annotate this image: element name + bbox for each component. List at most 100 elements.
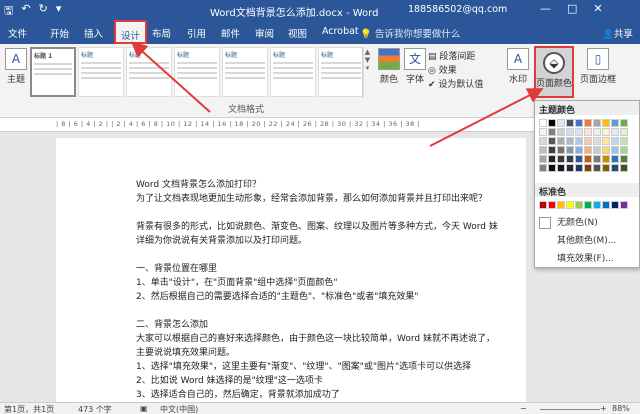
theme-color-swatch[interactable] <box>620 119 628 127</box>
theme-color-swatch[interactable] <box>557 119 565 127</box>
more-colors-option[interactable]: 其他颜色(M)... <box>535 233 639 249</box>
theme-color-swatch[interactable] <box>602 119 610 127</box>
theme-color-swatch[interactable] <box>548 146 556 154</box>
document-line[interactable]: 一、背景位置在哪里 <box>136 262 526 276</box>
theme-color-swatch[interactable] <box>575 146 583 154</box>
theme-color-swatch[interactable] <box>611 119 619 127</box>
document-line[interactable]: 为了让文档表现地更加生动形象，经常会添加背景，那么如何添加背景并且打印出来呢？ <box>136 192 526 206</box>
theme-color-swatch[interactable] <box>611 164 619 172</box>
theme-color-swatch[interactable] <box>575 119 583 127</box>
theme-color-swatch[interactable] <box>557 128 565 136</box>
fonts-button[interactable]: 文 字体 <box>404 48 426 85</box>
effects-button[interactable]: ◎ 效果 <box>428 64 483 78</box>
theme-color-swatch[interactable] <box>539 155 547 163</box>
themes-button[interactable]: A 主题 <box>2 48 30 85</box>
theme-color-swatch[interactable] <box>620 137 628 145</box>
tab-layout[interactable]: 布局 <box>152 26 171 40</box>
theme-color-swatch[interactable] <box>557 137 565 145</box>
undo-icon[interactable]: ↶ <box>21 2 30 21</box>
document-line[interactable]: 二、背景怎么添加 <box>136 318 526 332</box>
style-set-item[interactable]: 标题 <box>78 47 124 97</box>
theme-color-swatch[interactable] <box>620 155 628 163</box>
theme-color-swatch[interactable] <box>611 155 619 163</box>
theme-color-swatch[interactable] <box>548 155 556 163</box>
tab-view[interactable]: 视图 <box>288 26 307 40</box>
document-line[interactable]: 1、选择"填充效果"，这里主要有"渐变"、"纹理"、"图案"或"图片"选项卡可以… <box>136 360 526 374</box>
theme-color-swatch[interactable] <box>611 128 619 136</box>
theme-color-swatch[interactable] <box>539 128 547 136</box>
tell-me-search[interactable]: 💡 告诉我你想要做什么 <box>360 26 460 40</box>
theme-color-swatch[interactable] <box>557 146 565 154</box>
theme-color-swatch[interactable] <box>620 128 628 136</box>
watermark-button[interactable]: A 水印 <box>506 48 530 85</box>
page-color-button[interactable]: ⬙ 页面颜色 <box>534 46 574 98</box>
theme-color-swatch[interactable] <box>566 137 574 145</box>
document-page[interactable]: Word 文档背景怎么添加打印？ 为了让文档表现地更加生动形象，经常会添加背景，那… <box>56 138 526 408</box>
theme-color-swatch[interactable] <box>611 137 619 145</box>
theme-color-swatch[interactable] <box>593 146 601 154</box>
theme-color-swatch[interactable] <box>575 164 583 172</box>
tab-design[interactable]: 设计 <box>114 20 148 44</box>
customize-qat-icon[interactable]: ▾ <box>56 2 62 21</box>
theme-color-swatch[interactable] <box>539 119 547 127</box>
theme-color-swatch[interactable] <box>539 164 547 172</box>
theme-color-swatch[interactable] <box>584 146 592 154</box>
blank-line[interactable] <box>136 206 526 220</box>
document-line[interactable]: 1、单击"设计"，在"页面背景"组中选择"页面颜色" <box>136 276 526 290</box>
style-set-item[interactable]: 标题 <box>270 47 316 97</box>
standard-color-swatch[interactable] <box>593 201 601 209</box>
document-line[interactable]: 主要说说填充效果问题。 <box>136 346 526 360</box>
save-icon[interactable]: 🖫 <box>4 2 13 21</box>
language-indicator[interactable]: 中文(中国) <box>160 404 198 414</box>
theme-color-swatch[interactable] <box>593 119 601 127</box>
theme-color-swatch[interactable] <box>566 155 574 163</box>
theme-color-swatch[interactable] <box>584 119 592 127</box>
style-set-item[interactable]: 标题 <box>174 47 220 97</box>
theme-color-swatch[interactable] <box>566 119 574 127</box>
no-color-option[interactable]: 无颜色(N) <box>535 215 639 231</box>
theme-color-swatch[interactable] <box>593 137 601 145</box>
redo-icon[interactable]: ↻ <box>39 2 48 21</box>
document-line[interactable]: Word 文档背景怎么添加打印？ <box>136 178 526 192</box>
tab-home[interactable]: 开始 <box>50 26 69 40</box>
style-set-item[interactable]: 标题 <box>318 47 364 97</box>
zoom-in-icon[interactable]: + <box>600 404 607 413</box>
theme-color-swatch[interactable] <box>548 137 556 145</box>
tab-acrobat[interactable]: Acrobat <box>322 26 359 37</box>
theme-color-swatch[interactable] <box>584 137 592 145</box>
fill-effects-option[interactable]: 填充效果(F)... <box>535 251 639 267</box>
theme-color-swatch[interactable] <box>602 164 610 172</box>
colors-button[interactable]: 颜色 <box>378 48 400 85</box>
theme-color-swatch[interactable] <box>593 155 601 163</box>
document-line[interactable]: 详细为你说说有关背景添加以及打印问题。 <box>136 234 526 248</box>
theme-color-swatch[interactable] <box>584 155 592 163</box>
theme-color-swatch[interactable] <box>566 146 574 154</box>
theme-color-swatch[interactable] <box>557 164 565 172</box>
close-icon[interactable]: ✕ <box>593 2 602 15</box>
document-line[interactable]: 大家可以根据自己的喜好来选择颜色，由于颜色这一块比较简单，Word 妹就不再述说… <box>136 332 526 346</box>
standard-color-swatch[interactable] <box>548 201 556 209</box>
standard-color-swatch[interactable] <box>611 201 619 209</box>
paragraph-spacing-button[interactable]: ▤ 段落间距 <box>428 50 483 64</box>
theme-color-swatch[interactable] <box>575 128 583 136</box>
theme-color-swatch[interactable] <box>620 164 628 172</box>
theme-color-swatch[interactable] <box>548 119 556 127</box>
theme-color-swatch[interactable] <box>557 155 565 163</box>
theme-color-swatch[interactable] <box>584 128 592 136</box>
gallery-scroll[interactable]: ▲ ▼ ▾ <box>362 48 372 98</box>
tab-insert[interactable]: 插入 <box>84 26 103 40</box>
page-borders-button[interactable]: ▯ 页面边框 <box>578 48 618 85</box>
maximize-icon[interactable]: □ <box>567 2 577 15</box>
standard-color-swatch[interactable] <box>566 201 574 209</box>
theme-color-swatch[interactable] <box>566 128 574 136</box>
theme-color-swatch[interactable] <box>611 146 619 154</box>
theme-color-swatch[interactable] <box>584 164 592 172</box>
standard-color-swatch[interactable] <box>584 201 592 209</box>
document-line[interactable]: 2、比如说 Word 妹选择的是"纹理"这一选项卡 <box>136 374 526 388</box>
standard-color-swatch[interactable] <box>539 201 547 209</box>
proofing-icon[interactable]: ▣ <box>140 404 148 413</box>
standard-color-swatch[interactable] <box>557 201 565 209</box>
style-set-item[interactable]: 标题 <box>222 47 268 97</box>
tab-file[interactable]: 文件 <box>8 26 27 40</box>
tab-review[interactable]: 审阅 <box>255 26 274 40</box>
